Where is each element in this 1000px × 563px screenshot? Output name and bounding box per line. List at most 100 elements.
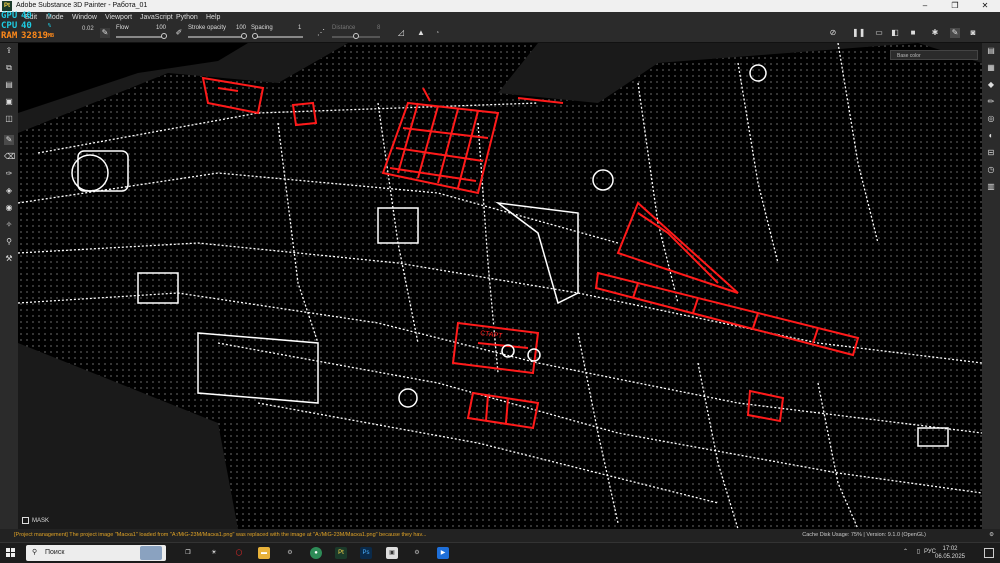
tool-properties-bar: 0.02 ✎ Flow 100 ✐ Stroke opacity 100 Spa… bbox=[0, 24, 1000, 43]
status-gear-icon[interactable]: ⚙ bbox=[989, 529, 994, 542]
menu-help[interactable]: Help bbox=[206, 12, 220, 24]
bake-icon[interactable]: ✱ bbox=[930, 28, 940, 38]
taskbar-search[interactable]: ⚲ Поиск bbox=[26, 545, 166, 561]
spacing-slider-knob[interactable] bbox=[252, 33, 258, 39]
paint-mode-icon[interactable]: ✎ bbox=[950, 28, 960, 38]
cpu-readout: CPU 40 % bbox=[0, 21, 58, 31]
tool-app-icon[interactable]: ⚙ bbox=[411, 547, 423, 559]
status-message[interactable]: [Project management] The project image "… bbox=[14, 529, 434, 542]
viewport-3d[interactable]: СТАРТ bbox=[18, 43, 982, 529]
system-tray: ⌃ ▯ РУС 17:02 06.05.2025 bbox=[880, 543, 1000, 563]
clock[interactable]: 17:02 06.05.2025 bbox=[930, 545, 970, 561]
clock-date: 06.05.2025 bbox=[934, 554, 966, 560]
import-icon[interactable]: ⇪ bbox=[4, 46, 14, 56]
spacing-slider[interactable] bbox=[252, 33, 303, 39]
layer-stack-icon[interactable]: ◆ bbox=[986, 80, 996, 90]
stroke-opacity-slider[interactable] bbox=[188, 33, 247, 39]
gpu-value: 40 bbox=[21, 11, 32, 21]
ram-value: 32819 bbox=[21, 31, 49, 41]
projection-icon[interactable]: ✑ bbox=[4, 169, 14, 179]
pause-icon[interactable]: ❚❚ bbox=[852, 28, 865, 38]
ram-readout: RAM 32819 MB bbox=[0, 31, 58, 41]
clone-icon[interactable]: ✧ bbox=[4, 220, 14, 230]
shader-icon[interactable]: ◐ bbox=[986, 131, 996, 141]
title-bar: Pt Adobe Substance 3D Painter - Работа_0… bbox=[0, 0, 1000, 12]
screenshot-icon[interactable]: ◙ bbox=[968, 28, 978, 38]
stroke-opacity-icon: ✐ bbox=[175, 28, 183, 37]
spacing-value[interactable]: 1 bbox=[298, 25, 301, 31]
cube-icon[interactable]: ◧ bbox=[890, 28, 900, 38]
polygon-fill-icon[interactable]: ◈ bbox=[4, 186, 14, 196]
layers-icon[interactable]: ⧉ bbox=[4, 63, 14, 73]
camera-frame-icon[interactable]: ▭ bbox=[874, 28, 884, 38]
app-settings-icon[interactable]: ⚙ bbox=[284, 547, 296, 559]
chrome-icon[interactable]: ● bbox=[310, 547, 322, 559]
uv-mask-canvas[interactable]: СТАРТ bbox=[18, 43, 982, 529]
size-value[interactable]: 0.02 bbox=[82, 26, 94, 32]
minimize-button[interactable]: – bbox=[910, 0, 940, 12]
gpu-unit: % bbox=[48, 13, 52, 19]
flow-slider[interactable] bbox=[116, 33, 167, 39]
stroke-opacity-slider-knob[interactable] bbox=[241, 33, 247, 39]
eraser-icon[interactable]: ⌫ bbox=[4, 152, 15, 162]
channel-selector[interactable]: Base color bbox=[890, 50, 978, 60]
brush-settings-icon[interactable]: ✏ bbox=[986, 97, 996, 107]
log-icon[interactable]: ▥ bbox=[986, 182, 996, 192]
spacing-label: Spacing bbox=[251, 25, 273, 31]
video-icon[interactable]: ■ bbox=[908, 28, 918, 38]
gpu-label: GPU bbox=[1, 11, 18, 21]
maximize-button[interactable]: ❐ bbox=[940, 0, 970, 12]
viewer-app-icon[interactable]: ▣ bbox=[386, 547, 398, 559]
task-view-icon[interactable]: ❐ bbox=[182, 547, 194, 559]
color-picker-icon[interactable]: ⚲ bbox=[4, 237, 14, 247]
stroke-opacity-value[interactable]: 100 bbox=[236, 25, 246, 31]
menu-window[interactable]: Window bbox=[72, 12, 97, 24]
symmetry-icon[interactable]: ◿ bbox=[396, 28, 406, 38]
tilt-icon[interactable]: ◔ bbox=[432, 28, 442, 38]
shelf-icon[interactable]: ◫ bbox=[4, 114, 14, 124]
app-window-icon[interactable]: ▶ bbox=[437, 547, 449, 559]
distance-slider[interactable] bbox=[332, 33, 380, 39]
history-icon[interactable]: ◷ bbox=[986, 165, 996, 175]
close-button[interactable]: ✕ bbox=[970, 0, 1000, 12]
display-settings-icon[interactable]: ◎ bbox=[986, 114, 996, 124]
smudge-icon[interactable]: ◉ bbox=[4, 203, 14, 213]
texture-set-icon[interactable]: ▤ bbox=[986, 46, 996, 56]
left-toolbar: ⇪ ⧉ ▤ ▣ ◫ ✎ ⌫ ✑ ◈ ◉ ✧ ⚲ ⚒ bbox=[0, 43, 18, 529]
pressure-icon[interactable]: ▲ bbox=[416, 28, 426, 38]
menu-javascript[interactable]: JavaScript bbox=[140, 12, 173, 24]
bake-stamp-icon[interactable]: ⚒ bbox=[4, 254, 14, 264]
brush-size-icon[interactable]: ✎ bbox=[100, 28, 110, 38]
search-highlight-image bbox=[140, 546, 162, 560]
cache-disk-usage: Cache Disk Usage: 75% | Version: 9.1.0 (… bbox=[802, 532, 926, 538]
file-explorer-icon[interactable]: ▬ bbox=[258, 547, 270, 559]
distance-value[interactable]: 8 bbox=[377, 25, 380, 31]
export-icon[interactable]: ▣ bbox=[4, 97, 14, 107]
windows-start-icon[interactable] bbox=[6, 548, 16, 558]
weather-icon[interactable]: ☀ bbox=[208, 547, 220, 559]
menu-bar: Edit Mode Window Viewport JavaScript Pyt… bbox=[0, 12, 1000, 24]
os-taskbar: ⚲ Поиск ❐ ☀ ◯ ▬ ⚙ ● Pt Ps ▣ ⚙ ▶ ⌃ ▯ РУС … bbox=[0, 542, 1000, 563]
app-logo-icon: Pt bbox=[2, 1, 12, 11]
right-toolbar: ▤ ▦ ◆ ✏ ◎ ◐ ⊟ ◷ ▥ bbox=[982, 43, 1000, 529]
opera-icon[interactable]: ◯ bbox=[233, 547, 245, 559]
flow-value[interactable]: 100 bbox=[156, 25, 166, 31]
distance-slider-knob[interactable] bbox=[353, 33, 359, 39]
mask-checkbox[interactable] bbox=[22, 517, 29, 524]
menu-python[interactable]: Python bbox=[176, 12, 198, 24]
tray-chevron-icon[interactable]: ⌃ bbox=[903, 548, 908, 555]
substance-painter-icon[interactable]: Pt bbox=[335, 547, 347, 559]
properties-icon[interactable]: ▦ bbox=[986, 63, 996, 73]
mask-indicator[interactable]: MASK bbox=[22, 517, 49, 524]
viewer-settings-icon[interactable]: ⊟ bbox=[986, 148, 996, 158]
flow-slider-knob[interactable] bbox=[161, 33, 167, 39]
menu-viewport[interactable]: Viewport bbox=[105, 12, 132, 24]
paint-brush-icon[interactable]: ✎ bbox=[4, 135, 14, 145]
photoshop-icon[interactable]: Ps bbox=[360, 547, 372, 559]
unused-icon[interactable]: ▤ bbox=[4, 80, 14, 90]
hide-icon[interactable]: ⊘ bbox=[828, 28, 838, 38]
notification-icon[interactable] bbox=[984, 548, 994, 558]
cpu-value: 40 bbox=[21, 21, 32, 31]
lazy-mouse-icon[interactable]: ⋰ bbox=[316, 28, 326, 38]
network-icon[interactable]: ▯ bbox=[917, 548, 920, 555]
